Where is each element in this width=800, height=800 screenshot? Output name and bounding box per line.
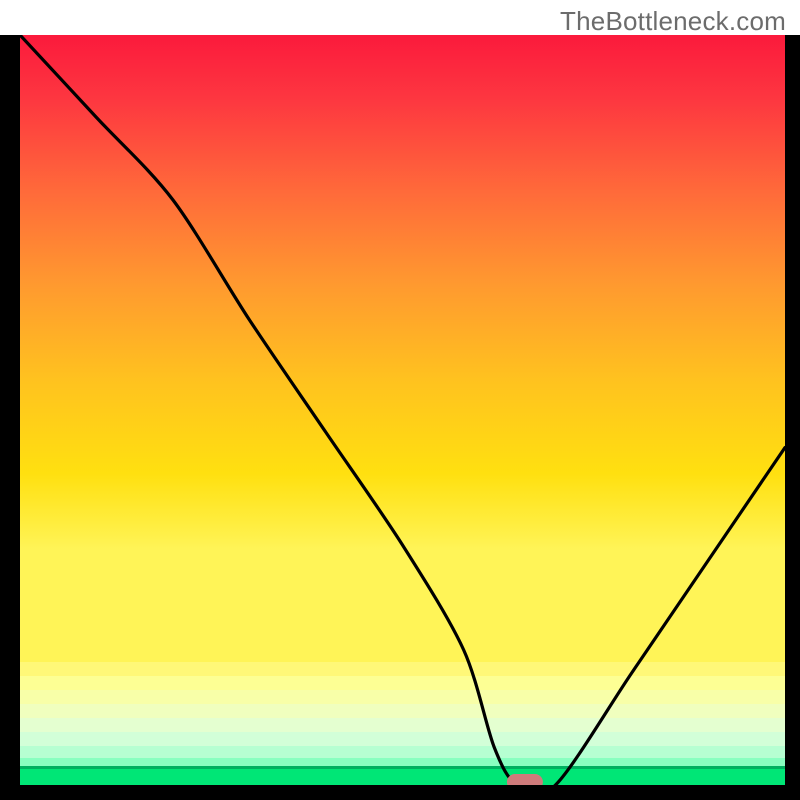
plot-area xyxy=(20,35,785,794)
gradient-main xyxy=(20,35,785,662)
chart-frame: TheBottleneck.com xyxy=(0,0,800,800)
pale-band xyxy=(20,662,785,768)
watermark-text: TheBottleneck.com xyxy=(560,6,786,37)
chart-svg xyxy=(0,0,800,800)
green-band xyxy=(20,768,785,785)
green-separator xyxy=(20,766,785,769)
